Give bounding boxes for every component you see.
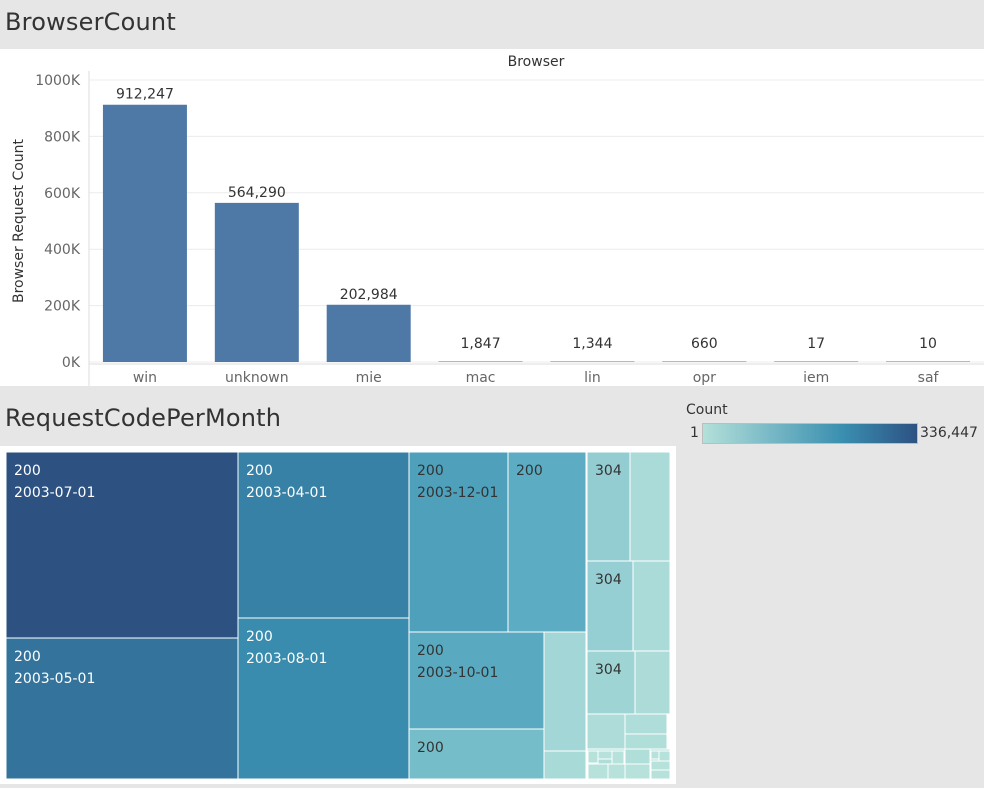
treemap-tiny-cell[interactable] [611,750,625,766]
treemap-tiny-cell[interactable] [587,750,599,764]
treemap-small-cell[interactable] [543,750,587,780]
browser-bar-chart: Browser 0K 200K 400K 600K 800K 1000K Browser Re… [0,49,984,386]
treemap-cell-code: 200 [516,463,543,479]
treemap-cell-code: 200 [246,629,273,645]
bar-lin[interactable] [550,361,635,363]
treemap-cell[interactable] [5,451,239,639]
x-tick-label: unknown [225,370,289,386]
bar-value-label: 660 [691,336,718,352]
treemap-svg: 200 2003-07-01 200 2003-05-01 200 2003-04-01 2… [5,451,671,780]
request-code-title: RequestCodePerMonth [5,404,282,432]
treemap-tiny-cell[interactable] [658,750,671,762]
treemap-small-cell[interactable] [543,631,587,752]
bar-value-label: 1,344 [572,336,612,352]
x-tick-label: saf [918,370,940,386]
treemap-cell-code: 200 [14,649,41,665]
treemap-cell-month: 2003-08-01 [246,651,327,667]
treemap-small-cell[interactable] [586,713,626,750]
treemap-cell-code: 200 [417,740,444,756]
bar-value-label: 17 [807,336,825,352]
bar-value-label: 564,290 [228,185,286,201]
treemap-tiny-cell[interactable] [650,769,671,780]
browser-count-title: BrowserCount [5,8,176,36]
treemap-small-cell[interactable] [624,733,668,750]
treemap-cell-month: 2003-10-01 [417,665,498,681]
treemap-cell[interactable] [408,451,509,633]
treemap-tiny-cell[interactable] [587,763,609,780]
bar-win[interactable] [102,104,187,363]
bar-value-label: 10 [919,336,937,352]
x-tick-label: win [133,370,157,386]
treemap-cell[interactable] [5,637,239,780]
x-tick-label: iem [803,370,829,386]
treemap-cell-code: 200 [246,463,273,479]
treemap-cell-month: 2003-12-01 [417,485,498,501]
treemap-cell[interactable] [507,451,587,633]
bar-saf[interactable] [886,361,971,363]
y-tick-label: 600K [44,186,81,202]
treemap-cell-month: 2003-05-01 [14,671,95,687]
treemap-small-cell[interactable] [624,713,668,735]
bar-value-label: 912,247 [116,87,174,103]
x-tick-label: lin [584,370,601,386]
color-legend-title: Count [686,402,728,418]
treemap-cell-code: 200 [417,643,444,659]
x-tick-label: opr [693,370,716,386]
y-tick-label: 400K [44,242,81,258]
bar-unknown[interactable] [214,202,299,362]
bar-iem[interactable] [774,361,859,363]
treemap-cell-month: 2003-07-01 [14,485,95,501]
treemap-tiny-cell[interactable] [624,763,651,780]
browser-bar-svg: Browser 0K 200K 400K 600K 800K 1000K Browser Re… [11,54,984,386]
request-code-treemap: 200 2003-07-01 200 2003-05-01 200 2003-04-01 2… [0,446,676,784]
treemap-tiny-cell[interactable] [607,763,626,780]
color-legend-ramp [702,423,918,444]
x-tick-label: mac [466,370,496,386]
bar-mie[interactable] [326,304,411,362]
treemap-cell-code: 304 [595,572,622,588]
y-tick-label: 0K [62,355,81,371]
treemap-cell[interactable] [586,650,636,715]
treemap-small-cell[interactable] [634,650,671,715]
bar-value-label: 202,984 [340,287,398,303]
y-tick-label: 1000K [35,73,81,89]
bar-opr[interactable] [662,361,747,363]
x-tick-label: mie [356,370,382,386]
bar-mac[interactable] [438,361,523,362]
treemap-small-cell[interactable] [629,451,671,562]
treemap-cell-code: 304 [595,662,622,678]
bar-value-label: 1,847 [461,336,501,352]
treemap-tiny-cell[interactable] [650,760,671,771]
y-tick-label: 200K [44,299,81,315]
treemap-tiny-cell[interactable] [597,750,613,760]
treemap-tiny-cell[interactable] [650,750,660,760]
treemap-cell-month: 2003-04-01 [246,485,327,501]
treemap-cell-code: 304 [595,463,622,479]
color-legend-max: 336,447 [920,425,978,441]
bar-chart-title: Browser [508,54,565,70]
color-legend-min: 1 [690,425,699,441]
y-tick-label: 800K [44,129,81,145]
treemap-cell-code: 200 [14,463,41,479]
y-axis-title: Browser Request Count [11,138,27,303]
treemap-cell-code: 200 [417,463,444,479]
treemap-small-cell[interactable] [632,560,671,652]
